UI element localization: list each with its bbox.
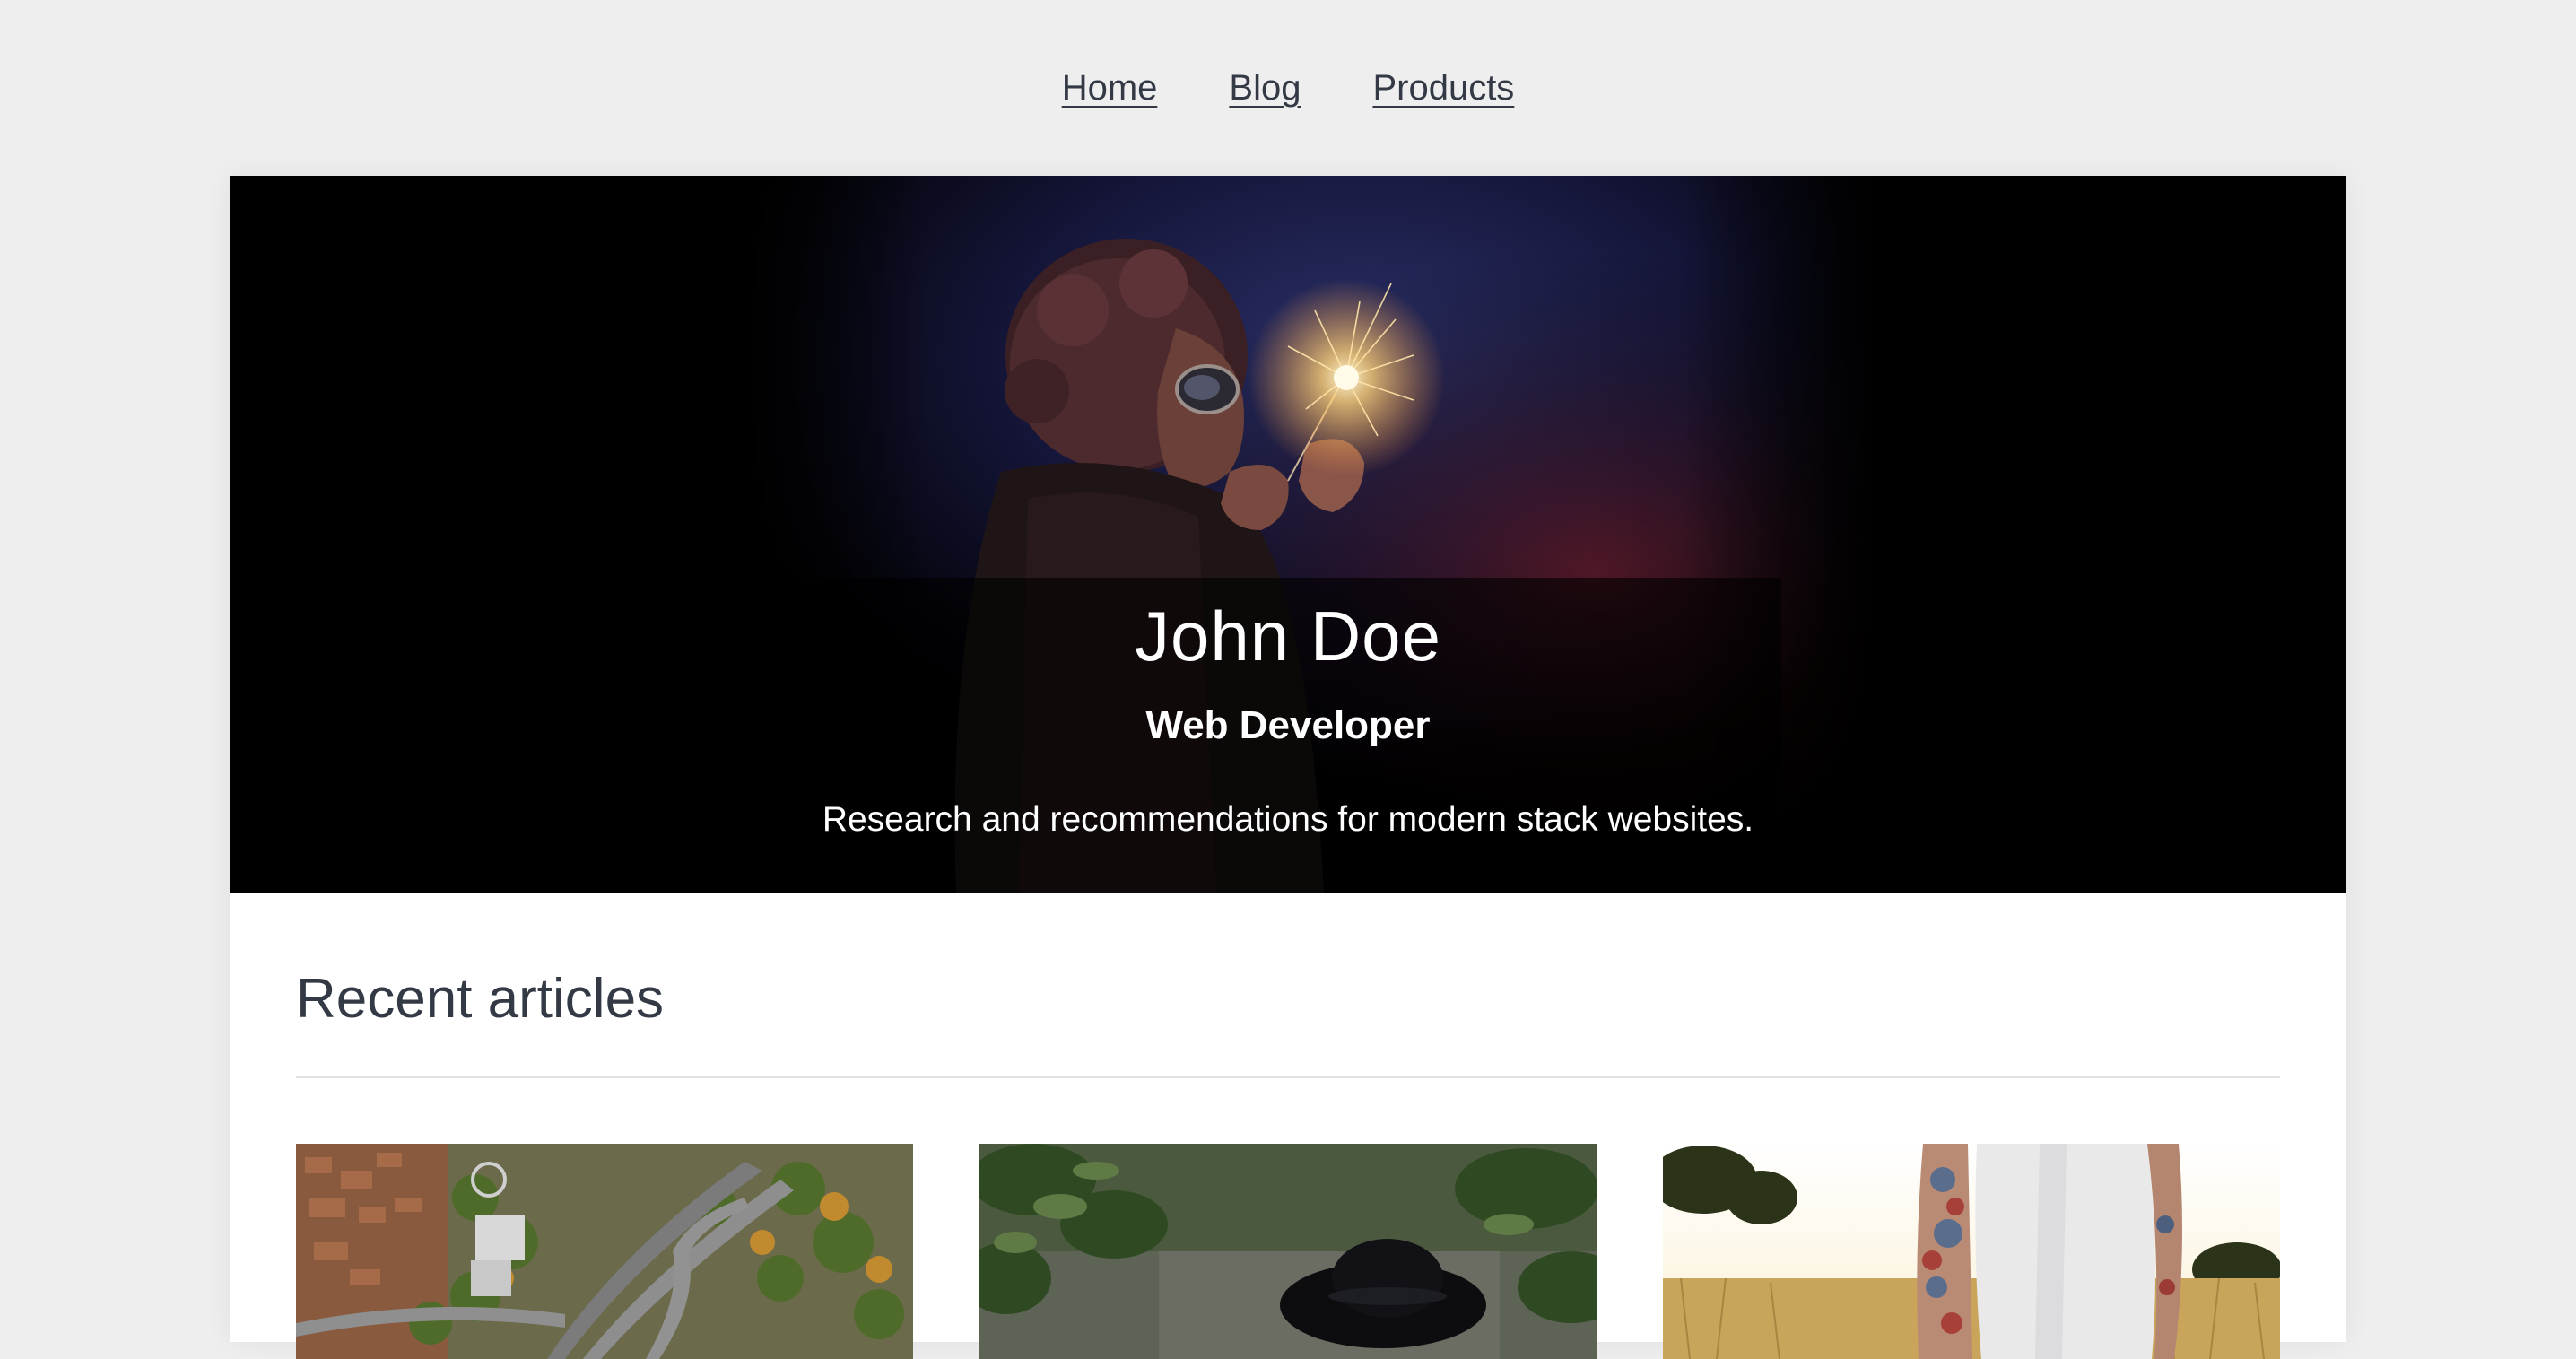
recent-articles-heading: Recent articles [296,968,665,1030]
hero-banner: John Doe Web Developer Research and reco… [230,176,2346,893]
nav-link-home[interactable]: Home [1062,68,1158,109]
article-thumbnail-2[interactable] [979,1144,1597,1359]
section-divider [296,1076,2280,1078]
hero-role: Web Developer [1145,703,1431,747]
tattooed-person-field-image [1663,1144,2280,1359]
nav-link-blog[interactable]: Blog [1229,68,1301,109]
hero-caption-overlay: John Doe Web Developer Research and reco… [795,578,1781,893]
aerial-city-highway-image [296,1144,913,1359]
hero-tagline: Research and recommendations for modern … [822,800,1754,839]
article-thumbnail-1[interactable] [296,1144,913,1359]
nav-link-products[interactable]: Products [1372,68,1514,109]
content-card: John Doe Web Developer Research and reco… [230,176,2346,1359]
hero-name: John Doe [1135,597,1441,675]
person-in-black-hat-image [979,1144,1597,1359]
article-thumbnail-3[interactable] [1663,1144,2280,1359]
top-navigation: Home Blog Products [0,0,2576,176]
